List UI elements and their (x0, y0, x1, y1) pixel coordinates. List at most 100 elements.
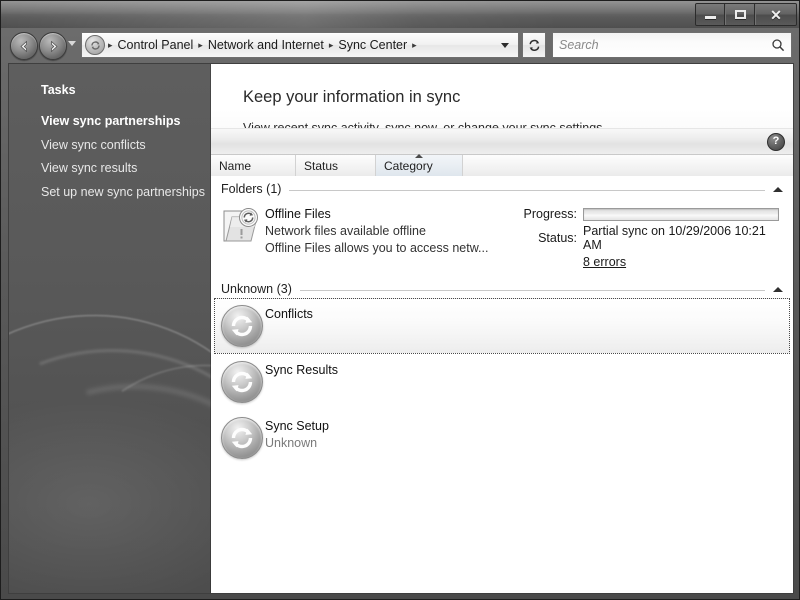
refresh-icon (528, 39, 539, 51)
row-description-1: Network files available offline (265, 223, 426, 238)
sync-center-breadcrumb-icon (85, 35, 105, 55)
sync-icon-wrapper (221, 361, 265, 403)
table-row[interactable]: Offline Files Network files available of… (214, 198, 790, 276)
row-status-block: Progress: Status: Partial sync on 10/29/… (515, 205, 783, 269)
sync-arrows-glyph (231, 427, 253, 449)
sync-arrows-glyph (231, 371, 253, 393)
sync-partnerships-list: Folders (1) Offline Files Network files … (211, 176, 793, 593)
group-rule (299, 289, 765, 291)
breadcrumb-separator: ▸ (328, 39, 334, 50)
window-controls: ✕ (695, 3, 797, 26)
table-row[interactable]: Sync Results (214, 354, 790, 410)
forward-arrow-icon (50, 40, 58, 52)
titlebar-sheen (1, 1, 799, 14)
search-box[interactable] (552, 32, 792, 58)
row-description-1: Unknown (265, 435, 318, 450)
group-collapse-icon[interactable] (773, 186, 783, 192)
tasks-sidebar: Tasks View sync partnerships View sync c… (9, 64, 211, 593)
title-bar: ✕ (1, 1, 799, 28)
sidebar-swoosh-decoration (9, 283, 211, 593)
row-name: Sync Setup (265, 419, 329, 433)
back-arrow-icon (19, 40, 27, 52)
folder-with-sync-badge-icon (223, 208, 258, 242)
sync-icon (221, 361, 263, 403)
row-name: Sync Results (265, 363, 338, 377)
sync-icon (221, 305, 263, 347)
column-header-category[interactable]: Category (376, 154, 463, 177)
breadcrumb-sync-center[interactable]: Sync Center (334, 36, 411, 54)
group-label-unknown: Unknown (3) (221, 282, 292, 296)
row-status-block (515, 305, 783, 347)
row-text-block: Offline Files Network files available of… (265, 205, 515, 269)
status-value: Partial sync on 10/29/2006 10:21 AM (583, 224, 766, 252)
forward-button[interactable] (39, 32, 67, 60)
sort-ascending-icon (415, 154, 423, 158)
recent-pages-dropdown-icon[interactable] (68, 41, 76, 46)
sidebar-header-tasks: Tasks (41, 83, 76, 97)
search-icon (772, 39, 785, 52)
content-pane: Keep your information in sync View recen… (211, 64, 793, 593)
row-description-2: Offline Files allows you to access netw.… (265, 241, 489, 256)
offline-files-folder-icon (221, 205, 265, 269)
column-headers: Name Status Category (211, 154, 793, 178)
errors-link[interactable]: 8 errors (583, 255, 626, 269)
progress-bar (583, 207, 779, 221)
sync-icon-wrapper (221, 305, 265, 347)
minimize-button[interactable] (696, 4, 725, 25)
sidebar-item-view-sync-conflicts[interactable]: View sync conflicts (9, 134, 211, 158)
sync-arrows-glyph (231, 315, 253, 337)
status-label: Status: (538, 231, 577, 245)
sidebar-item-view-sync-results[interactable]: View sync results (9, 157, 211, 181)
search-input[interactable] (559, 38, 771, 52)
sync-center-window: ✕ ▸ Control Panel ▸ Network and Internet… (0, 0, 800, 600)
breadcrumb-network-and-internet[interactable]: Network and Internet (204, 36, 328, 54)
group-collapse-icon[interactable] (773, 286, 783, 292)
maximize-button[interactable] (725, 4, 755, 25)
sidebar-swoosh-decoration (18, 335, 211, 593)
group-header-folders: Folders (1) (211, 176, 793, 198)
group-rule (289, 189, 765, 191)
sidebar-swoosh-decoration (9, 259, 211, 593)
sidebar-item-set-up-new-sync-partnerships[interactable]: Set up new sync partnerships (9, 181, 211, 205)
address-dropdown-icon[interactable] (501, 42, 509, 48)
sidebar-item-view-sync-partnerships[interactable]: View sync partnerships (9, 110, 211, 134)
row-status-block (515, 361, 783, 403)
back-button[interactable] (10, 32, 38, 60)
maximize-icon (734, 10, 746, 19)
navigation-bar: ▸ Control Panel ▸ Network and Internet ▸… (1, 28, 799, 63)
page-header: Keep your information in sync View recen… (211, 64, 793, 135)
client-area: Tasks View sync partnerships View sync c… (8, 63, 794, 594)
refresh-button[interactable] (522, 32, 546, 58)
sidebar-swoosh-decoration (9, 316, 211, 593)
group-header-unknown: Unknown (3) (211, 276, 793, 298)
progress-line: Progress: (515, 207, 783, 221)
progress-label: Progress: (523, 207, 578, 221)
group-label-folders: Folders (1) (221, 182, 282, 196)
column-header-status[interactable]: Status (296, 155, 376, 177)
breadcrumb-separator: ▸ (198, 39, 203, 50)
row-text-block: Sync Setup Unknown (265, 417, 515, 459)
toolbar: ? (211, 128, 793, 155)
sync-glyph (90, 40, 100, 50)
sync-icon-wrapper (221, 417, 265, 459)
table-row[interactable]: Conflicts (214, 298, 790, 354)
breadcrumb-separator: ▸ (108, 39, 113, 50)
row-text-block: Conflicts (265, 305, 515, 347)
column-header-filler (463, 155, 793, 177)
breadcrumb-separator: ▸ (412, 39, 417, 50)
sidebar-glow-decoration (9, 394, 211, 593)
status-line: Status: Partial sync on 10/29/2006 10:21… (515, 224, 783, 252)
help-button[interactable]: ? (767, 132, 785, 151)
column-header-name[interactable]: Name (211, 155, 296, 177)
table-row[interactable]: Sync Setup Unknown (214, 410, 790, 466)
column-header-status-label: Status (304, 159, 339, 173)
breadcrumb-control-panel[interactable]: Control Panel (114, 36, 198, 54)
row-name: Offline Files (265, 207, 331, 221)
address-bar[interactable]: ▸ Control Panel ▸ Network and Internet ▸… (81, 32, 519, 58)
minimize-icon (704, 15, 716, 19)
row-status-block (515, 417, 783, 459)
close-button[interactable]: ✕ (755, 4, 796, 25)
page-title: Keep your information in sync (243, 88, 461, 106)
errors-line: 8 errors (515, 255, 783, 269)
column-header-category-label: Category (384, 159, 433, 173)
